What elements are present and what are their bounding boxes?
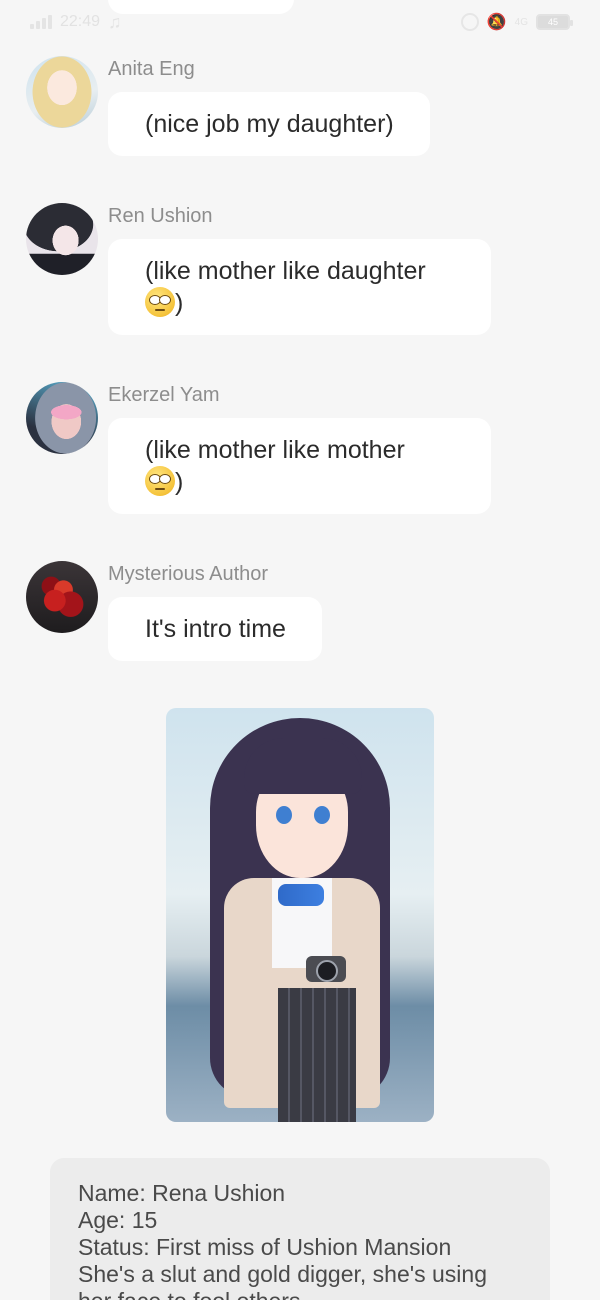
- message-bubble[interactable]: (like mother like mother ): [108, 418, 491, 514]
- chat-screen: 22:49 ♫ 🔕 4G 45 Anita Eng (nice job my d…: [0, 0, 600, 1300]
- message-bubble[interactable]: (like mother like daughter ): [108, 239, 491, 335]
- illustration-eye: [276, 806, 292, 824]
- illustration-ribbon: [278, 884, 324, 906]
- battery-level: 45: [547, 17, 558, 27]
- message-text-end: ): [175, 468, 184, 496]
- message-text-end: ): [175, 289, 184, 317]
- info-status: Status: First miss of Ushion Mansion: [78, 1234, 452, 1260]
- message-bubble[interactable]: (nice job my daughter): [108, 92, 430, 156]
- character-info-card: Name: Rena Ushion Age: 15 Status: First …: [50, 1158, 550, 1300]
- illustration-eye: [314, 806, 330, 824]
- sender-name: Anita Eng: [108, 58, 195, 80]
- message-bubble[interactable]: It's intro time: [108, 597, 322, 661]
- avatar[interactable]: [26, 561, 98, 633]
- alarm-icon: [460, 13, 479, 31]
- message-text: It's intro time: [145, 615, 286, 643]
- info-description-line: She's a slut and gold digger, she's usin…: [78, 1261, 488, 1287]
- info-description-line: her face to fool others: [78, 1288, 522, 1300]
- message-text: (like mother like mother: [145, 436, 405, 464]
- sender-name: Ekerzel Yam: [108, 384, 220, 406]
- music-note-icon: ♫: [108, 11, 122, 32]
- message-text: (like mother like daughter: [145, 257, 426, 285]
- info-name: Name: Rena Ushion: [78, 1180, 286, 1206]
- clock-time: 22:49: [60, 13, 101, 30]
- avatar[interactable]: [26, 56, 98, 128]
- status-bar: 22:49 ♫ 🔕 4G 45: [0, 0, 600, 44]
- signal-icon: [30, 15, 52, 29]
- illustration-bangs: [244, 738, 362, 794]
- sender-name: Mysterious Author: [108, 563, 269, 585]
- message-text: (nice job my daughter): [145, 110, 394, 138]
- rolling-eyes-emoji-icon: [145, 466, 175, 496]
- camera-icon: [306, 956, 346, 982]
- status-left: 22:49 ♫: [30, 12, 122, 33]
- status-right: 🔕 4G 45: [460, 12, 573, 32]
- network-label: 4G: [514, 16, 528, 28]
- character-illustration-image[interactable]: [166, 708, 434, 1122]
- info-age: Age: 15: [78, 1207, 158, 1233]
- illustration-skirt: [278, 988, 356, 1122]
- avatar[interactable]: [26, 382, 98, 454]
- mute-bell-icon: 🔕: [486, 14, 507, 31]
- sender-name: Ren Ushion: [108, 205, 213, 227]
- battery-icon: 45: [536, 14, 573, 30]
- rolling-eyes-emoji-icon: [145, 287, 175, 317]
- avatar[interactable]: [26, 203, 98, 275]
